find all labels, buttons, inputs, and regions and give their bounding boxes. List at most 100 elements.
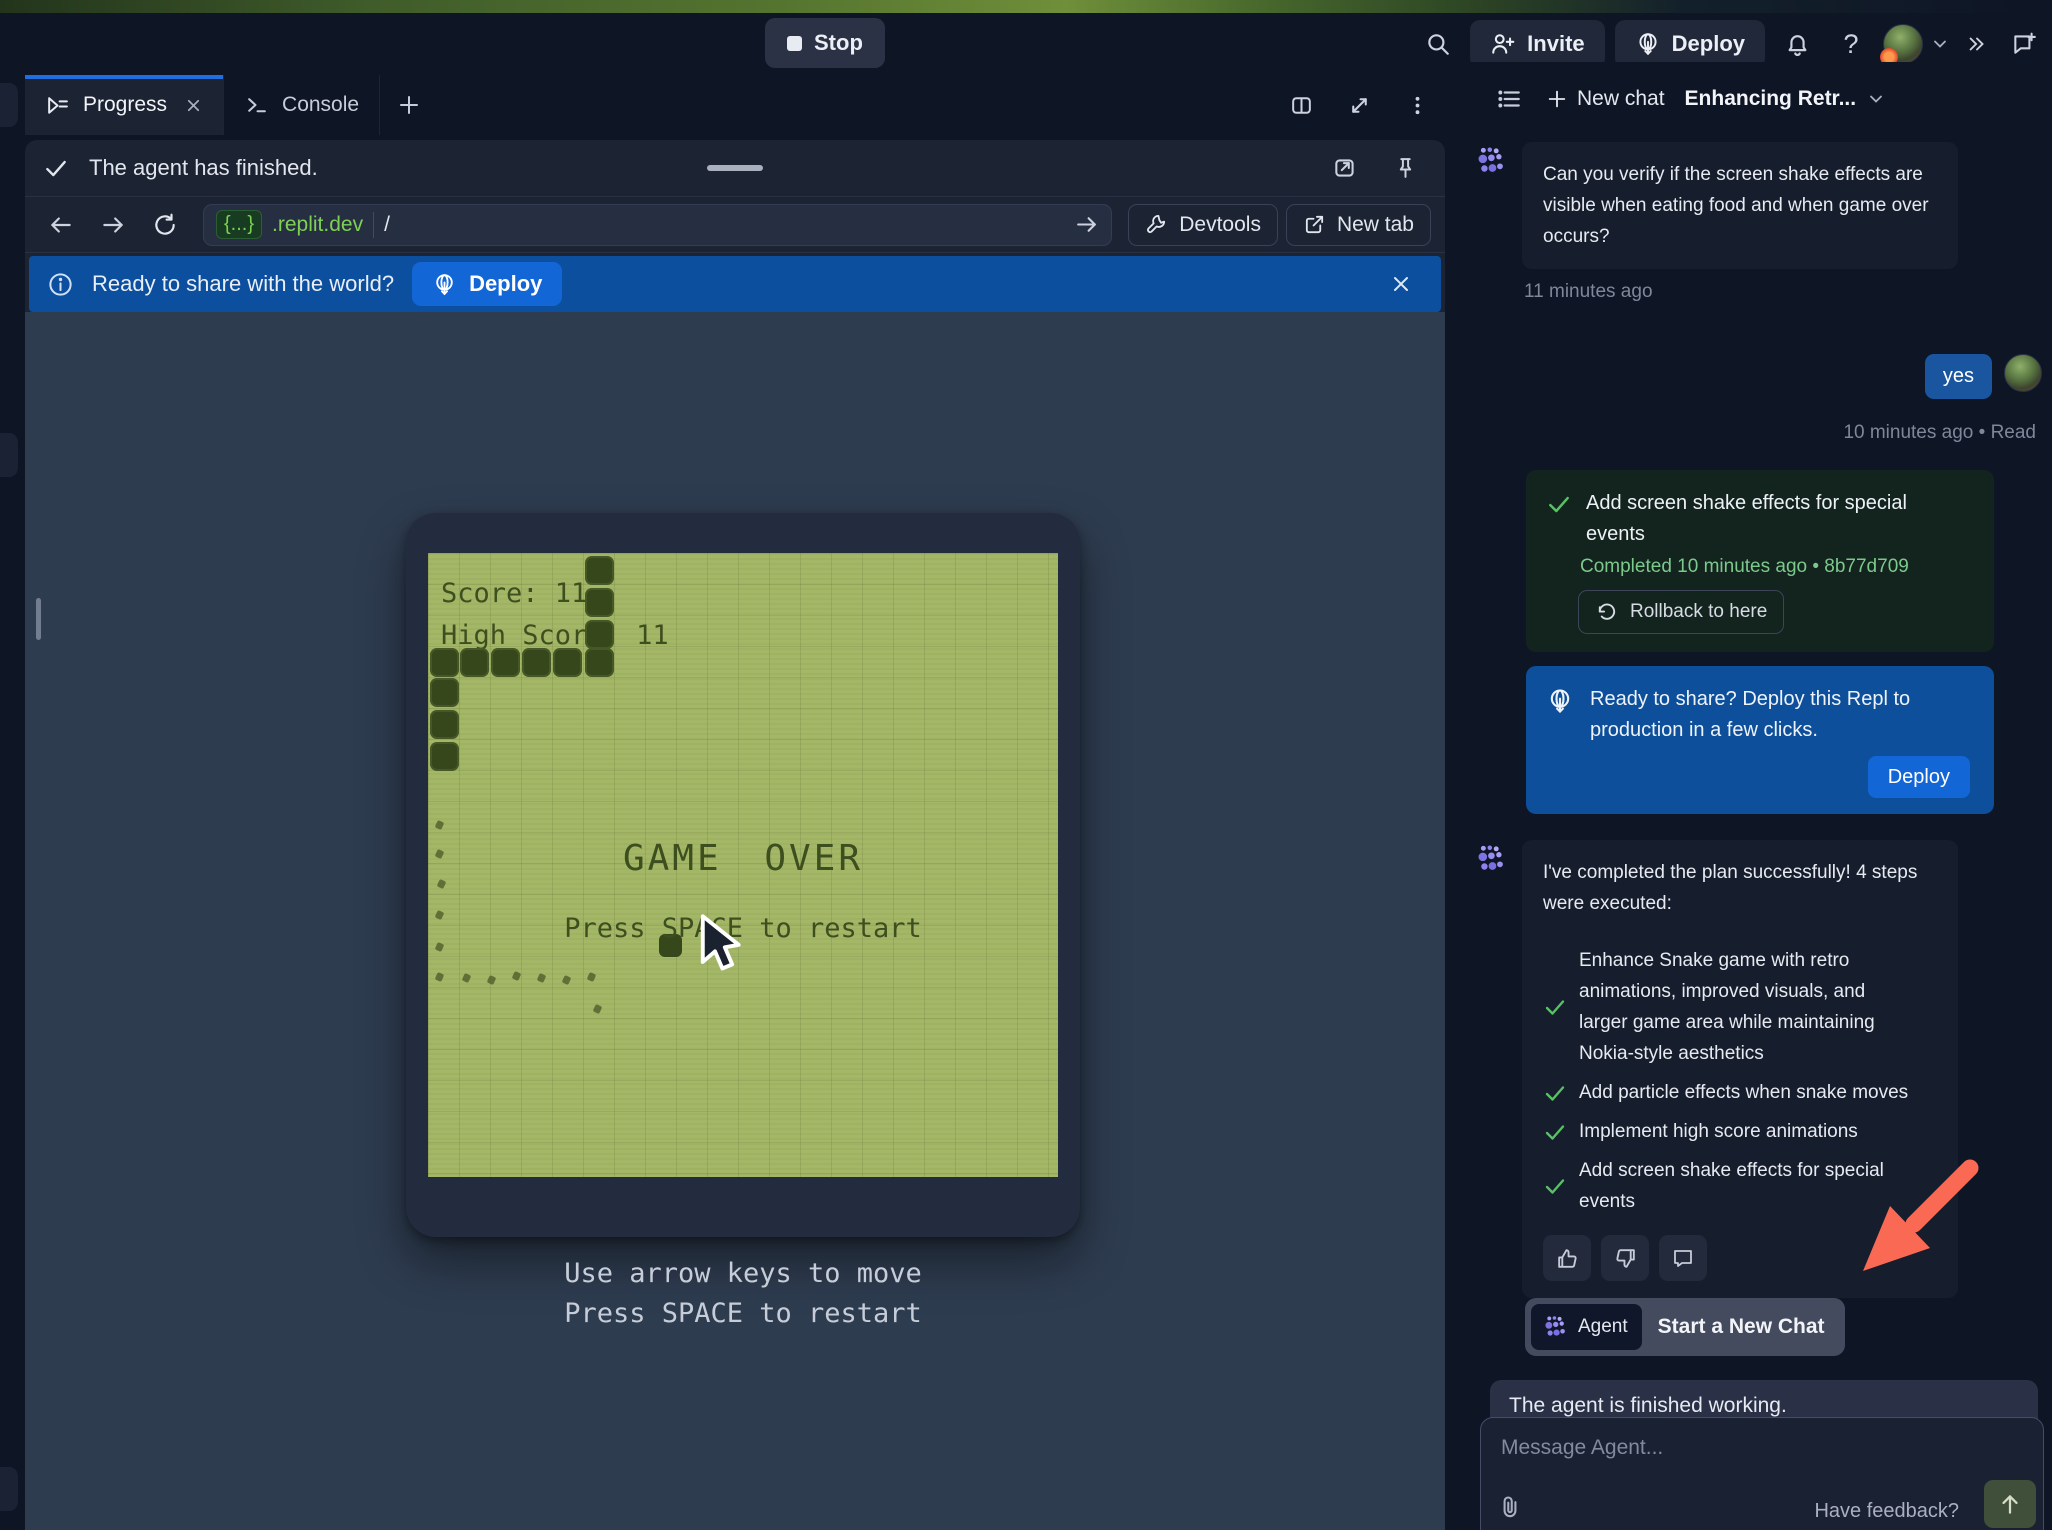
expand-pane-button[interactable] xyxy=(1337,83,1381,127)
plan-step: Implement high score animations xyxy=(1543,1116,1937,1147)
chat-list-icon xyxy=(1496,86,1522,112)
plan-step-label: Add screen shake effects for special eve… xyxy=(1579,1155,1919,1217)
snake-segment xyxy=(430,710,459,739)
deploy-icon xyxy=(1546,687,1574,715)
search-button[interactable] xyxy=(1416,22,1460,66)
url-host: .replit.dev xyxy=(272,213,363,237)
plan-step-label: Add particle effects when snake moves xyxy=(1579,1077,1908,1108)
rollback-icon xyxy=(1595,601,1618,624)
banner-deploy-label: Deploy xyxy=(469,271,542,297)
send-button[interactable] xyxy=(1984,1480,2036,1528)
snake-game-screen[interactable]: Score: 11 High Score: 11 GAME OVER Pr xyxy=(428,553,1058,1177)
banner-deploy-button[interactable]: Deploy xyxy=(412,262,562,306)
reload-icon xyxy=(152,212,178,238)
comment-plus-icon xyxy=(2011,31,2037,57)
banner-close-button[interactable] xyxy=(1379,262,1423,306)
open-in-new-button[interactable] xyxy=(1323,146,1367,190)
chevrons-right-icon xyxy=(1966,33,1988,55)
tab-console[interactable]: Console xyxy=(224,75,380,135)
pane-menu-button[interactable] xyxy=(1395,83,1439,127)
particle-speck xyxy=(435,820,445,830)
split-pane-button[interactable] xyxy=(1279,83,1323,127)
sidebar-item-partial xyxy=(0,1467,18,1511)
go-button[interactable] xyxy=(1074,212,1099,237)
snake-segment xyxy=(522,648,551,677)
invite-button[interactable]: Invite xyxy=(1470,20,1604,68)
snake-segment xyxy=(585,620,614,649)
new-tab-label: New tab xyxy=(1337,213,1414,237)
particle-speck xyxy=(435,972,445,982)
comment-button[interactable] xyxy=(1659,1235,1707,1281)
add-tab-button[interactable] xyxy=(380,75,438,135)
pin-button[interactable] xyxy=(1383,146,1427,190)
particle-speck xyxy=(512,971,522,981)
workspace-tabbar: Progress Console xyxy=(25,75,1445,135)
collapsed-sidebar[interactable] xyxy=(0,75,25,1530)
notifications-button[interactable] xyxy=(1775,22,1819,66)
thumbs-down-icon xyxy=(1613,1246,1638,1271)
instruction-line: Press SPACE to restart xyxy=(418,1294,1068,1334)
terminal-icon xyxy=(244,93,269,118)
url-bar[interactable]: {...} .replit.dev / xyxy=(203,204,1112,246)
new-tab-button[interactable]: New tab xyxy=(1286,204,1431,246)
reload-button[interactable] xyxy=(143,203,187,247)
stop-label: Stop xyxy=(814,30,863,56)
chat-title-dropdown[interactable]: Enhancing Retr... xyxy=(1685,87,1887,111)
particle-speck xyxy=(487,975,497,985)
open-in-new-icon xyxy=(1332,155,1358,181)
feedback-link[interactable]: Have feedback? xyxy=(1814,1500,1959,1523)
thumbs-down-button[interactable] xyxy=(1601,1235,1649,1281)
resize-handle[interactable] xyxy=(707,165,763,171)
sidebar-item-partial xyxy=(0,83,18,127)
completed-task-card: Add screen shake effects for special eve… xyxy=(1526,470,1994,652)
start-new-chat-button[interactable]: Agent Start a New Chat xyxy=(1525,1298,1845,1356)
chat-history-button[interactable] xyxy=(1492,77,1526,121)
snake-segment xyxy=(585,648,614,677)
help-button[interactable]: ? xyxy=(1829,22,1873,66)
banner-text: Ready to share with the world? xyxy=(92,271,394,297)
completion-intro: I've completed the plan successfully! 4 … xyxy=(1543,857,1937,919)
close-icon xyxy=(1389,272,1413,296)
account-menu[interactable] xyxy=(1883,22,1950,66)
particle-speck xyxy=(537,973,547,983)
thumbs-up-button[interactable] xyxy=(1543,1235,1591,1281)
close-tab-button[interactable] xyxy=(184,96,203,115)
check-icon xyxy=(1543,1120,1567,1144)
check-icon xyxy=(43,155,69,181)
user-message-text: yes xyxy=(1925,354,1992,399)
tab-console-label: Console xyxy=(282,93,359,117)
task-title: Add screen shake effects for special eve… xyxy=(1586,488,1916,550)
scrollbar-thumb[interactable] xyxy=(36,598,41,640)
deploy-card-button[interactable]: Deploy xyxy=(1868,756,1970,798)
deploy-icon xyxy=(1635,31,1661,57)
tab-progress[interactable]: Progress xyxy=(25,75,224,135)
stop-button[interactable]: Stop xyxy=(765,18,885,68)
user-message: yes xyxy=(1925,354,2042,399)
paperclip-icon xyxy=(1497,1494,1523,1520)
preview-pane: The agent has finished. {. xyxy=(25,140,1445,1530)
new-chat-button[interactable]: New chat xyxy=(1546,87,1665,111)
snake-segment xyxy=(430,678,459,707)
new-thread-button[interactable] xyxy=(2004,22,2044,66)
chat-header: New chat Enhancing Retr... xyxy=(1470,76,2052,122)
url-separator xyxy=(373,212,374,238)
arrow-left-icon xyxy=(48,212,74,238)
sidebar-item-partial xyxy=(0,433,18,477)
message-timestamp: 11 minutes ago xyxy=(1524,281,1958,303)
collapse-panel-button[interactable] xyxy=(1960,22,1994,66)
check-icon xyxy=(1543,1174,1567,1198)
forward-button[interactable] xyxy=(91,203,135,247)
plan-step-label: Implement high score animations xyxy=(1579,1116,1858,1147)
message-input[interactable] xyxy=(1501,1436,2011,1460)
chevron-down-icon xyxy=(1866,89,1886,109)
attach-button[interactable] xyxy=(1497,1494,1523,1520)
devtools-button[interactable]: Devtools xyxy=(1128,204,1278,246)
agent-badge-label: Agent xyxy=(1578,1316,1628,1338)
deploy-card-text: Ready to share? Deploy this Repl to prod… xyxy=(1590,684,1950,746)
devtools-label: Devtools xyxy=(1179,213,1261,237)
deploy-button[interactable]: Deploy xyxy=(1615,20,1765,68)
back-button[interactable] xyxy=(39,203,83,247)
app-preview[interactable]: Score: 11 High Score: 11 GAME OVER Pr xyxy=(25,312,1445,1530)
check-icon xyxy=(1543,1081,1567,1105)
rollback-button[interactable]: Rollback to here xyxy=(1578,590,1784,634)
